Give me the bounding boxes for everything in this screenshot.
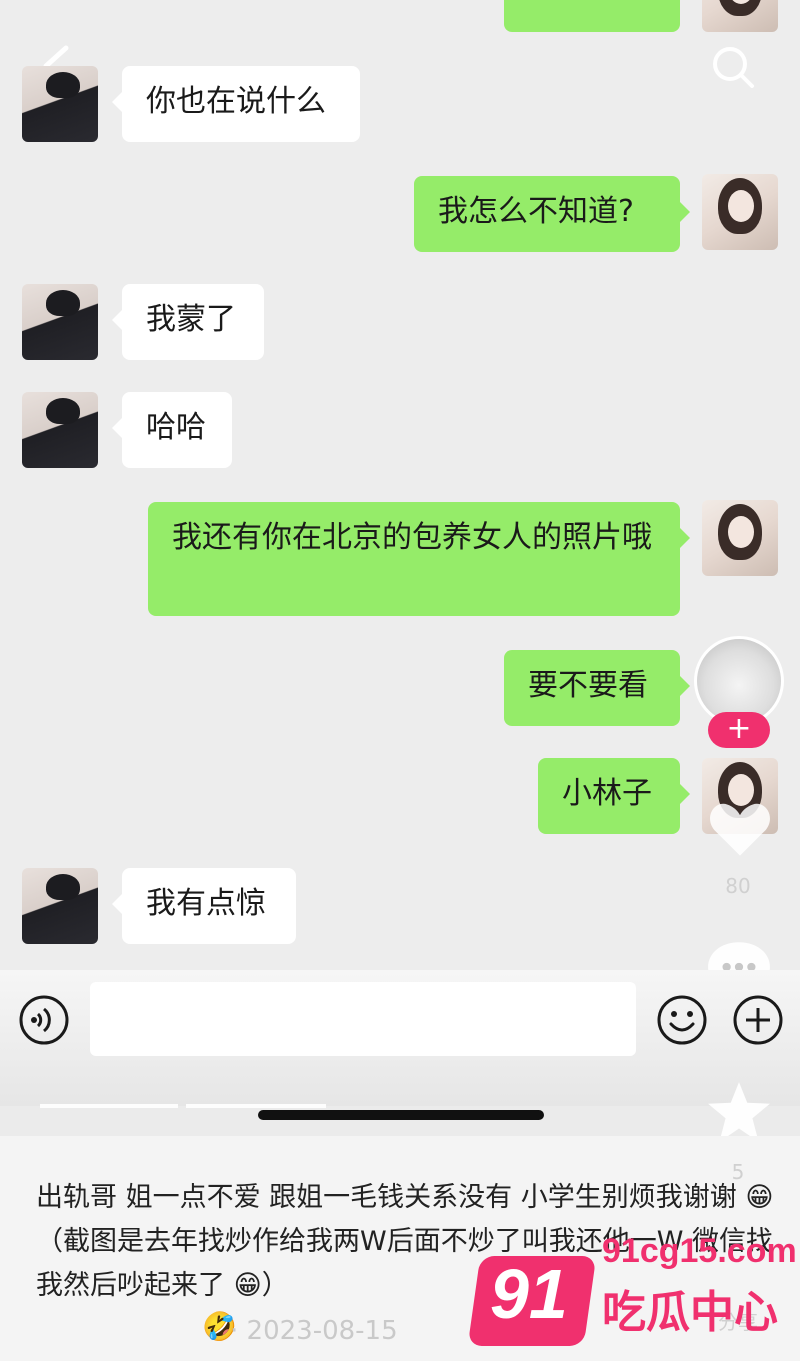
voice-icon[interactable] bbox=[18, 994, 70, 1046]
avatar-other[interactable] bbox=[22, 284, 98, 360]
message-text: 我有点惊 bbox=[146, 886, 266, 921]
avatar-self[interactable] bbox=[702, 174, 778, 250]
emoji-icon[interactable] bbox=[656, 994, 708, 1046]
like-heart-icon[interactable] bbox=[708, 800, 772, 858]
avatar-other[interactable] bbox=[22, 868, 98, 944]
plus-icon[interactable] bbox=[732, 994, 784, 1046]
message-bubble[interactable]: 你也在说什么 bbox=[112, 66, 360, 142]
watermark-name: 吃瓜中心 bbox=[602, 1287, 778, 1338]
partial-bubble bbox=[504, 0, 680, 32]
message-bubble[interactable]: 我有点惊 bbox=[112, 868, 296, 944]
message-bubble[interactable]: 我还有你在北京的包养女人的照片哦 bbox=[148, 502, 690, 616]
message-bubble[interactable]: 我蒙了 bbox=[112, 284, 264, 360]
message-bubble[interactable]: 哈哈 bbox=[112, 392, 232, 468]
follow-button[interactable]: + bbox=[708, 712, 770, 748]
avatar-other[interactable] bbox=[22, 392, 98, 468]
like-count: 80 bbox=[725, 874, 751, 898]
message-text: 哈哈 bbox=[146, 410, 206, 445]
message-text: 要不要看 bbox=[528, 668, 648, 703]
message-input[interactable] bbox=[90, 982, 636, 1056]
avatar-self[interactable] bbox=[702, 0, 778, 32]
message-text: 小林子 bbox=[562, 776, 652, 811]
search-icon[interactable] bbox=[710, 44, 756, 90]
avatar-other[interactable] bbox=[22, 66, 98, 142]
message-text: 我怎么不知道? bbox=[438, 194, 634, 229]
message-text: 我还有你在北京的包养女人的照片哦 bbox=[172, 520, 652, 555]
message-text: 我蒙了 bbox=[146, 302, 236, 337]
favorite-count: 5 bbox=[731, 1160, 745, 1184]
input-bar bbox=[0, 970, 800, 1106]
watermark-number: 91 bbox=[490, 1255, 568, 1333]
comment-bubble-icon[interactable] bbox=[706, 938, 772, 970]
message-text: 你也在说什么 bbox=[146, 84, 326, 119]
chat-area: 你也在说什么 我怎么不知道? 我蒙了 哈哈 我还有你在北京的包养女人的照片哦 要… bbox=[0, 0, 800, 970]
home-indicator[interactable] bbox=[258, 1110, 544, 1120]
favorite-star-icon[interactable] bbox=[706, 1080, 772, 1144]
message-bubble[interactable]: 我怎么不知道? bbox=[414, 176, 690, 252]
watermark-url: 91cg15.com bbox=[602, 1232, 797, 1270]
message-bubble[interactable]: 要不要看 bbox=[504, 650, 690, 726]
message-bubble[interactable]: 小林子 bbox=[538, 758, 690, 834]
post-date: · 2023-08-15 bbox=[230, 1316, 398, 1346]
progress-track bbox=[40, 1104, 178, 1108]
avatar-self[interactable] bbox=[702, 500, 778, 576]
progress-track bbox=[186, 1104, 326, 1108]
